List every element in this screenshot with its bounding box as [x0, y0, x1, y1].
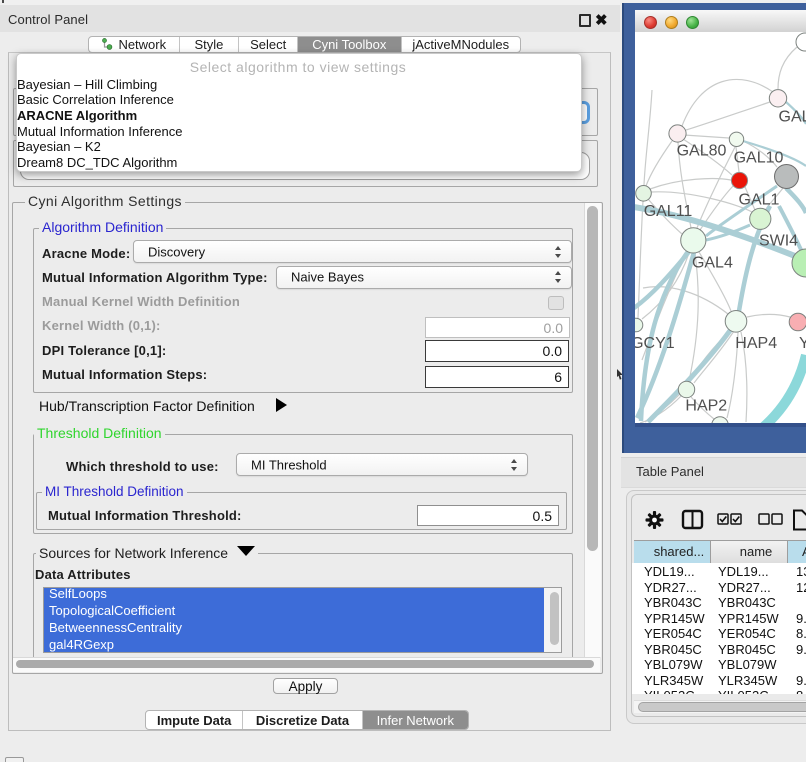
svg-text:GAL2: GAL2 [779, 109, 806, 126]
svg-text:YM: YM [799, 335, 806, 352]
svg-text:HAP2: HAP2 [685, 398, 727, 415]
svg-text:GAL1: GAL1 [739, 191, 780, 208]
svg-text:SWI4: SWI4 [759, 233, 798, 250]
svg-text:GAL10: GAL10 [734, 150, 784, 167]
svg-text:GAL4: GAL4 [692, 255, 733, 272]
svg-text:HAP4: HAP4 [735, 335, 777, 352]
svg-text:GAL11: GAL11 [644, 203, 693, 220]
svg-text:GAL80: GAL80 [677, 143, 727, 160]
svg-text:GCY1: GCY1 [635, 335, 675, 352]
